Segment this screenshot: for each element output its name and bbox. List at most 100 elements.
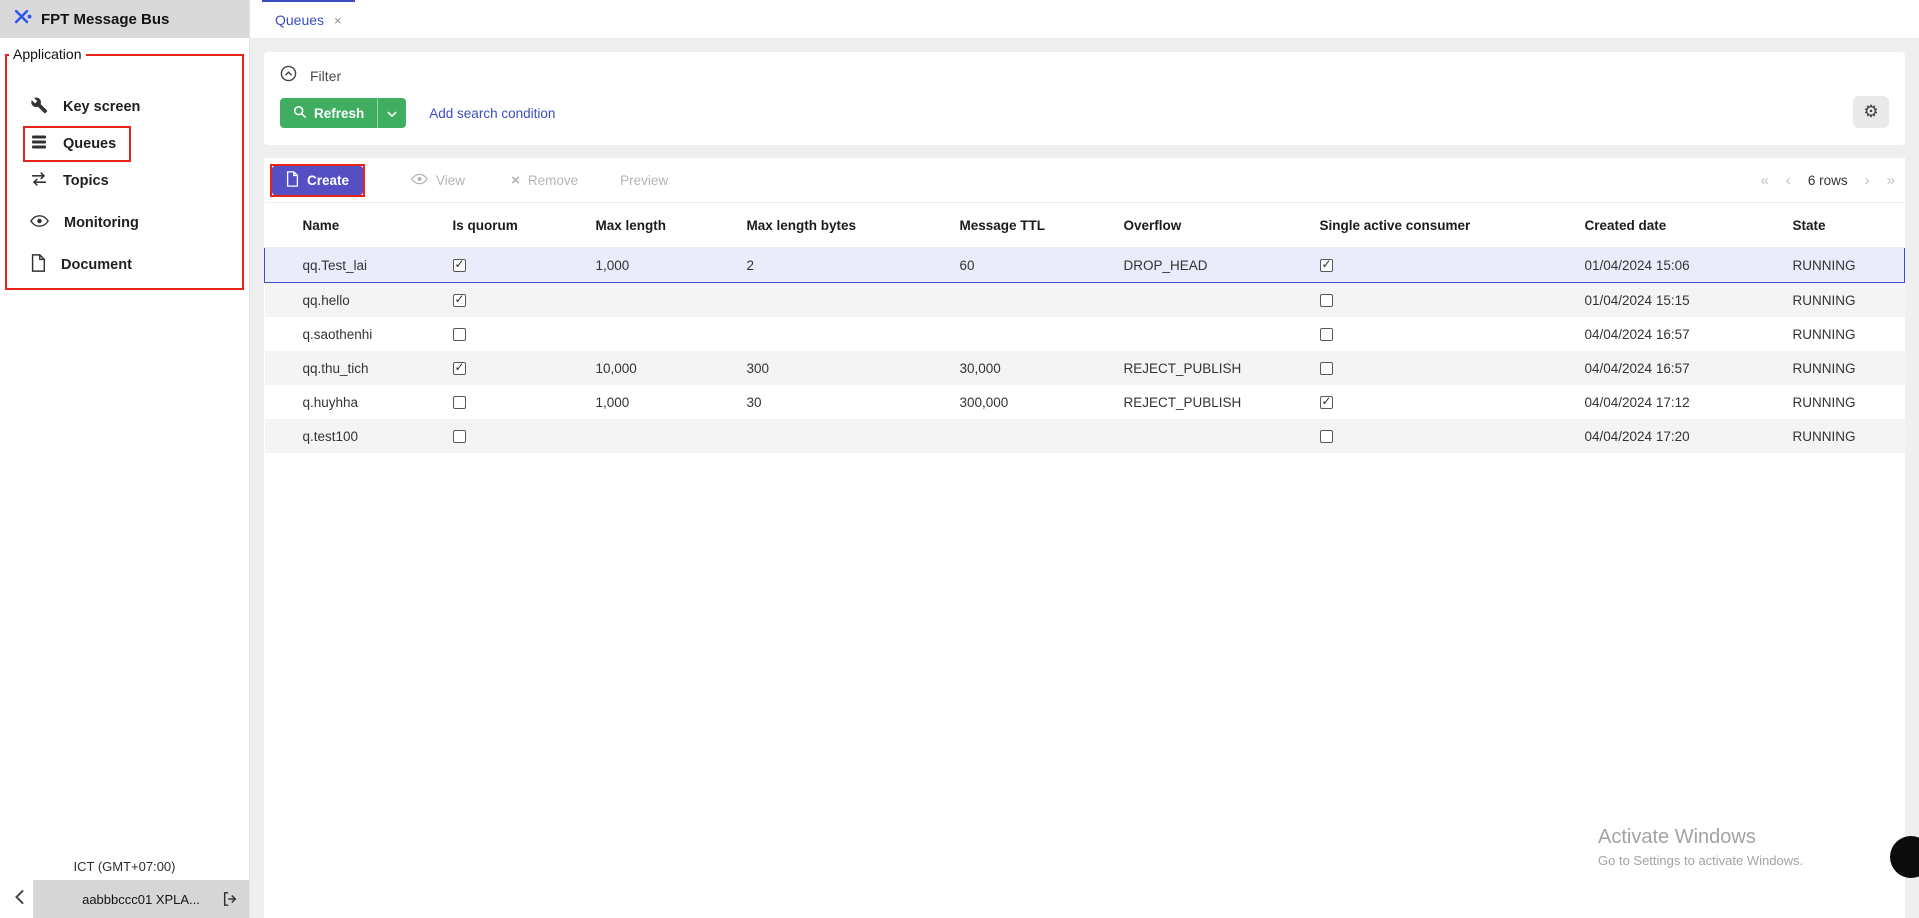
column-header: Max length bytes [739, 203, 952, 248]
sidebar-header: FPT Message Bus [0, 0, 249, 38]
cell-created-date: 04/04/2024 16:57 [1577, 317, 1785, 351]
cell-single-active-consumer [1312, 283, 1577, 318]
tab-queues[interactable]: Queues × [262, 0, 355, 38]
main-area: Queues × Filter [250, 0, 1919, 918]
queues-panel: Create View × Remove Preview [264, 158, 1905, 918]
app-logo-icon [12, 7, 32, 32]
cell-single-active-consumer [1312, 351, 1577, 385]
cell-max-length [588, 283, 739, 318]
sidebar-item-queues[interactable]: Queues [30, 125, 231, 162]
create-button[interactable]: Create [272, 166, 363, 195]
sidebar-nav: Key screen Queues Topics [30, 88, 231, 283]
eye-icon [30, 214, 49, 232]
database-icon [30, 133, 48, 155]
cell-max-length: 1,000 [588, 248, 739, 283]
user-menu[interactable]: aabbbccc01 XPLA... [33, 880, 249, 918]
annotation-box-create: Create [270, 164, 365, 197]
remove-button[interactable]: × Remove [511, 173, 578, 188]
create-label: Create [307, 173, 349, 188]
cell-is-quorum [445, 283, 588, 318]
watermark-line1: Activate Windows [1598, 826, 1803, 849]
swap-arrows-icon [30, 170, 48, 192]
sidebar-item-key-screen[interactable]: Key screen [30, 88, 231, 125]
table-row[interactable]: q.huyhha1,00030300,000REJECT_PUBLISH04/0… [265, 385, 1905, 419]
cell-overflow [1116, 283, 1312, 318]
cell-overflow [1116, 419, 1312, 453]
cell-state: RUNNING [1785, 317, 1905, 351]
row-spacer-cell [265, 351, 295, 385]
filter-collapse-icon[interactable] [280, 65, 297, 87]
table-row[interactable]: q.saothenhi04/04/2024 16:57RUNNING [265, 317, 1905, 351]
cell-max-length-bytes: 30 [739, 385, 952, 419]
cell-is-quorum [445, 248, 588, 283]
refresh-label: Refresh [314, 106, 364, 121]
last-page-icon[interactable]: » [1887, 173, 1895, 188]
view-label: View [436, 173, 465, 188]
single-active-consumer-checkbox [1320, 294, 1333, 307]
gear-icon: ⚙ [1863, 104, 1878, 121]
toolbar: Create View × Remove Preview [264, 158, 1905, 202]
logout-icon[interactable] [222, 891, 238, 910]
queue-table-header-row: NameIs quorumMax lengthMax length bytesM… [265, 203, 1905, 248]
user-name: aabbbccc01 XPLA... [82, 892, 200, 907]
cell-max-length: 1,000 [588, 385, 739, 419]
remove-label: Remove [528, 173, 578, 188]
cell-max-length: 10,000 [588, 351, 739, 385]
refresh-button[interactable]: Refresh [280, 98, 406, 128]
column-header: Max length [588, 203, 739, 248]
settings-button[interactable]: ⚙ [1853, 96, 1889, 128]
cell-is-quorum [445, 419, 588, 453]
pagination: « ‹ 6 rows › » [1761, 173, 1897, 188]
is-quorum-checkbox [453, 294, 466, 307]
sidebar-item-label: Topics [63, 173, 109, 189]
content-area: Filter Refresh [250, 39, 1919, 918]
sidebar-item-topics[interactable]: Topics [30, 162, 231, 199]
cell-created-date: 04/04/2024 17:20 [1577, 419, 1785, 453]
single-active-consumer-checkbox [1320, 430, 1333, 443]
sidebar-collapse-button[interactable] [8, 886, 30, 910]
sidebar-item-document[interactable]: Document [30, 246, 231, 283]
watermark-line2: Go to Settings to activate Windows. [1598, 853, 1803, 868]
preview-label: Preview [620, 173, 668, 188]
view-button[interactable]: View [411, 173, 465, 188]
table-row[interactable]: qq.thu_tich10,00030030,000REJECT_PUBLISH… [265, 351, 1905, 385]
prev-page-icon[interactable]: ‹ [1786, 173, 1791, 188]
cell-state: RUNNING [1785, 351, 1905, 385]
cell-is-quorum [445, 351, 588, 385]
sidebar-item-monitoring[interactable]: Monitoring [30, 204, 231, 241]
cell-message-ttl: 30,000 [952, 351, 1116, 385]
sidebar-body: Application Key screen Queues [0, 38, 249, 918]
next-page-icon[interactable]: › [1865, 173, 1870, 188]
table-row[interactable]: qq.Test_lai1,000260DROP_HEAD01/04/2024 1… [265, 248, 1905, 283]
row-spacer-cell [265, 419, 295, 453]
cell-message-ttl [952, 419, 1116, 453]
is-quorum-checkbox [453, 430, 466, 443]
refresh-dropdown-arrow[interactable] [377, 98, 406, 128]
row-spacer-cell [265, 283, 295, 318]
cell-state: RUNNING [1785, 419, 1905, 453]
search-icon [293, 105, 307, 122]
x-icon: × [511, 173, 520, 188]
cell-overflow: REJECT_PUBLISH [1116, 351, 1312, 385]
table-row[interactable]: q.test10004/04/2024 17:20RUNNING [265, 419, 1905, 453]
sidebar-item-label: Key screen [63, 99, 140, 115]
preview-button[interactable]: Preview [620, 173, 668, 188]
first-page-icon[interactable]: « [1761, 173, 1769, 188]
table-row[interactable]: qq.hello01/04/2024 15:15RUNNING [265, 283, 1905, 318]
activate-windows-watermark: Activate Windows Go to Settings to activ… [1598, 826, 1803, 868]
add-search-condition-link[interactable]: Add search condition [429, 106, 555, 121]
cell-message-ttl [952, 317, 1116, 351]
tab-close-icon[interactable]: × [334, 13, 342, 28]
cell-single-active-consumer [1312, 385, 1577, 419]
single-active-consumer-checkbox [1320, 396, 1333, 409]
queue-table-body: qq.Test_lai1,000260DROP_HEAD01/04/2024 1… [265, 248, 1905, 454]
cell-max-length [588, 317, 739, 351]
single-active-consumer-checkbox [1320, 328, 1333, 341]
row-spacer-cell [265, 248, 295, 283]
row-spacer-cell [265, 385, 295, 419]
cell-message-ttl [952, 283, 1116, 318]
row-count-label: 6 rows [1808, 173, 1848, 188]
queues-table: NameIs quorumMax lengthMax length bytesM… [264, 202, 1905, 453]
chevron-left-icon [14, 889, 25, 908]
is-quorum-checkbox [453, 362, 466, 375]
